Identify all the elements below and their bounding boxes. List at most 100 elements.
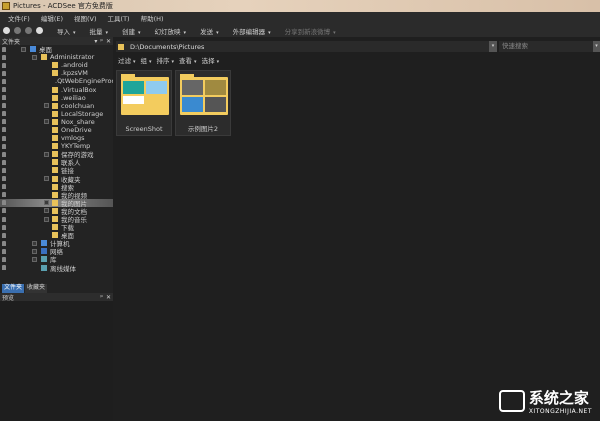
- pin-icon[interactable]: [2, 176, 6, 182]
- tree-item[interactable]: 我的图片: [0, 198, 113, 208]
- tree-item[interactable]: 搜索: [0, 183, 113, 192]
- tree-item[interactable]: Administrator: [0, 53, 113, 61]
- expand-icon[interactable]: [32, 240, 37, 246]
- pin-icon[interactable]: [2, 200, 6, 206]
- tree-item[interactable]: 桌面: [0, 45, 113, 54]
- pin-icon[interactable]: [2, 62, 6, 68]
- tree-item[interactable]: 网络: [0, 247, 113, 256]
- expand-icon[interactable]: [32, 248, 37, 254]
- tree-item[interactable]: LocalStorage: [0, 110, 113, 118]
- toolbar-button-label: 外部编辑器: [232, 27, 266, 36]
- pin-icon[interactable]: [2, 111, 6, 117]
- tab-favorites[interactable]: 收藏夹: [25, 284, 48, 293]
- pin-icon[interactable]: ᵖ: [100, 294, 103, 301]
- expand-icon[interactable]: [44, 103, 49, 109]
- pin-icon[interactable]: [2, 135, 6, 141]
- pin-icon[interactable]: [2, 95, 6, 101]
- tree-item[interactable]: Nox_share: [0, 118, 113, 126]
- tree-item[interactable]: .weiliao: [0, 94, 113, 102]
- tree-item[interactable]: coolchuan: [0, 102, 113, 110]
- expand-icon[interactable]: [44, 151, 49, 157]
- expand-icon[interactable]: [32, 54, 37, 60]
- tree-item[interactable]: 我的文档: [0, 207, 113, 216]
- tree-item[interactable]: YKYTemp: [0, 142, 113, 150]
- subtoolbar-button[interactable]: 过滤 ▾: [118, 55, 136, 65]
- tree-item[interactable]: .android: [0, 61, 113, 69]
- toolbar-button[interactable]: 外部编辑器 ▾: [233, 26, 271, 36]
- pin-icon[interactable]: [2, 256, 6, 262]
- folder-thumbnail-screenshot[interactable]: ScreenShot: [116, 70, 172, 136]
- pin-icon[interactable]: [2, 232, 6, 238]
- subtoolbar-button[interactable]: 组 ▾: [141, 55, 152, 65]
- folder-thumbnail-sample-pictures[interactable]: 示例图片2: [175, 70, 231, 136]
- expand-icon[interactable]: [44, 216, 49, 222]
- pin-icon[interactable]: [2, 70, 6, 76]
- item-name: ScreenShot: [125, 125, 163, 133]
- tree-item[interactable]: 离线媒体: [0, 264, 113, 273]
- pin-icon[interactable]: [2, 265, 6, 271]
- toolbar-button[interactable]: 分享到新浪微博 ▾: [285, 26, 336, 36]
- back-icon[interactable]: [14, 27, 21, 34]
- pin-icon[interactable]: [2, 46, 6, 52]
- expand-icon[interactable]: [44, 119, 49, 125]
- menu-item[interactable]: 帮助(H): [141, 13, 164, 23]
- tree-item[interactable]: vmlogs: [0, 134, 113, 142]
- tree-item[interactable]: .kpzsVM: [0, 69, 113, 77]
- forward-icon[interactable]: [25, 27, 32, 34]
- tree-item[interactable]: 我的视频: [0, 191, 113, 200]
- home-icon[interactable]: [3, 27, 10, 34]
- expand-icon[interactable]: [44, 200, 49, 206]
- pin-icon[interactable]: [2, 78, 6, 84]
- panel-menu-icon[interactable]: ▾: [94, 38, 97, 45]
- toolbar-button[interactable]: 批量 ▾: [90, 26, 109, 36]
- pin-icon[interactable]: [2, 87, 6, 93]
- expand-icon[interactable]: [32, 256, 37, 262]
- pin-icon[interactable]: ᵖ: [100, 38, 103, 45]
- toolbar-button[interactable]: 导入 ▾: [57, 26, 76, 36]
- pin-icon[interactable]: [2, 192, 6, 198]
- pin-icon[interactable]: [2, 248, 6, 254]
- pin-icon[interactable]: [2, 208, 6, 214]
- pin-icon[interactable]: [2, 143, 6, 149]
- pin-icon[interactable]: [2, 127, 6, 133]
- pin-icon[interactable]: [2, 167, 6, 173]
- tree-item[interactable]: 下载: [0, 223, 113, 232]
- pin-icon[interactable]: [2, 240, 6, 246]
- expand-icon[interactable]: [44, 176, 49, 182]
- tree-item[interactable]: 我的音乐: [0, 215, 113, 224]
- menu-item[interactable]: 视图(V): [74, 13, 97, 23]
- menu-item[interactable]: 编辑(E): [41, 13, 63, 23]
- close-icon[interactable]: ✕: [106, 38, 111, 45]
- menu-item[interactable]: 文件(F): [8, 13, 30, 23]
- tree-item[interactable]: .VirtualBox: [0, 85, 113, 94]
- pin-icon[interactable]: [2, 103, 6, 109]
- search-dropdown-icon[interactable]: ▾: [593, 41, 600, 52]
- tree-item[interactable]: 联系人: [0, 158, 113, 167]
- pin-icon[interactable]: [2, 119, 6, 125]
- tree-item[interactable]: 链接: [0, 166, 113, 175]
- pin-icon[interactable]: [2, 159, 6, 165]
- expand-icon[interactable]: [44, 208, 49, 214]
- menu-item[interactable]: 工具(T): [108, 13, 130, 23]
- toolbar-button[interactable]: 发送 ▾: [200, 26, 219, 36]
- quick-search-input[interactable]: 快速搜索: [499, 41, 594, 52]
- subtoolbar-button[interactable]: 查看 ▾: [179, 55, 197, 65]
- tree-item[interactable]: 保存的游戏: [0, 150, 113, 159]
- close-icon[interactable]: ✕: [106, 294, 111, 301]
- tree-item[interactable]: 收藏夹: [0, 175, 113, 184]
- pin-icon[interactable]: [2, 151, 6, 157]
- pin-icon[interactable]: [2, 184, 6, 190]
- up-icon[interactable]: [36, 27, 43, 34]
- tree-item[interactable]: OneDrive: [0, 126, 113, 134]
- pin-icon[interactable]: [2, 54, 6, 60]
- subtoolbar-button[interactable]: 排序 ▾: [157, 55, 175, 65]
- address-dropdown-icon[interactable]: ▾: [489, 41, 497, 52]
- toolbar-button[interactable]: 幻灯放映 ▾: [155, 26, 187, 36]
- subtoolbar-button[interactable]: 选择 ▾: [202, 55, 220, 65]
- toolbar-button[interactable]: 创建 ▾: [122, 26, 141, 36]
- pin-icon[interactable]: [2, 224, 6, 230]
- tree-item[interactable]: .QtWebEngineProcess: [0, 77, 126, 85]
- address-bar[interactable]: D:\Documents\Pictures: [116, 41, 496, 52]
- expand-icon[interactable]: [21, 46, 26, 52]
- pin-icon[interactable]: [2, 216, 6, 222]
